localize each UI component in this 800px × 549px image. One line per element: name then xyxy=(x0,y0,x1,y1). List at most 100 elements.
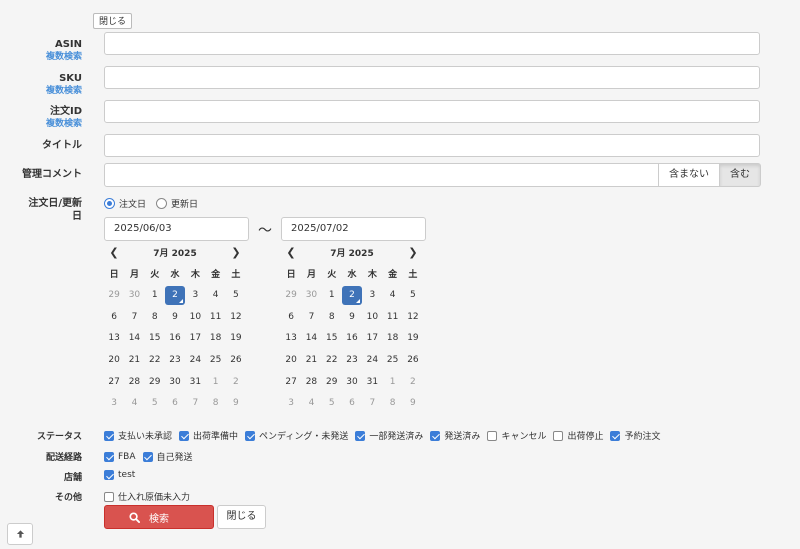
calendar-day[interactable]: 15 xyxy=(322,329,342,348)
calendar-day[interactable]: 22 xyxy=(145,351,165,370)
search-button[interactable]: 検索 xyxy=(104,505,214,529)
calendar-day[interactable]: 3 xyxy=(281,394,301,413)
calendar-day[interactable]: 8 xyxy=(145,308,165,327)
calendar-day[interactable]: 5 xyxy=(322,394,342,413)
calendar-day[interactable]: 8 xyxy=(383,394,403,413)
calendar-day[interactable]: 2 xyxy=(165,286,186,306)
status-option[interactable]: 支払い未承認 xyxy=(104,429,172,442)
calendar-day[interactable]: 2 xyxy=(226,373,246,392)
radio-order-date[interactable]: 注文日 xyxy=(104,197,146,210)
calendar-day[interactable]: 29 xyxy=(145,373,165,392)
checkbox[interactable] xyxy=(610,430,621,441)
radio-order-date-indicator[interactable] xyxy=(104,198,115,209)
calendar-day[interactable]: 29 xyxy=(281,286,301,305)
calendar-day[interactable]: 7 xyxy=(362,394,382,413)
calendar-day[interactable]: 19 xyxy=(403,329,423,348)
route-option[interactable]: 自己発送 xyxy=(142,450,193,463)
scroll-to-top-button[interactable] xyxy=(7,523,33,545)
calendar-day[interactable]: 6 xyxy=(281,308,301,327)
calendar-day[interactable]: 30 xyxy=(165,373,185,392)
calendar-day[interactable]: 9 xyxy=(165,308,185,327)
calendar-day[interactable]: 28 xyxy=(301,373,321,392)
checkbox[interactable] xyxy=(179,430,190,441)
chevron-left-icon[interactable]: ❮ xyxy=(283,246,299,259)
calendar-day[interactable]: 8 xyxy=(322,308,342,327)
shop-option[interactable]: test xyxy=(104,470,135,480)
calendar-day[interactable]: 10 xyxy=(185,308,205,327)
other-option[interactable]: 仕入れ原価未入力 xyxy=(104,490,190,503)
calendar-day[interactable]: 9 xyxy=(342,308,362,327)
calendar-day[interactable]: 4 xyxy=(206,286,226,305)
calendar-day[interactable]: 7 xyxy=(124,308,144,327)
calendar-day[interactable]: 17 xyxy=(185,329,205,348)
calendar-day[interactable]: 29 xyxy=(104,286,124,305)
status-option[interactable]: 予約注文 xyxy=(610,429,660,442)
calendar-day[interactable]: 7 xyxy=(185,394,205,413)
calendar-day[interactable]: 3 xyxy=(362,286,382,305)
asin-input[interactable] xyxy=(104,32,760,55)
checkbox[interactable] xyxy=(553,430,564,441)
calendar-day[interactable]: 3 xyxy=(104,394,124,413)
calendar-day[interactable]: 20 xyxy=(104,351,124,370)
calendar-day[interactable]: 1 xyxy=(145,286,165,305)
calendar-day[interactable]: 8 xyxy=(206,394,226,413)
calendar-day[interactable]: 4 xyxy=(301,394,321,413)
calendar-day[interactable]: 27 xyxy=(104,373,124,392)
calendar-day[interactable]: 6 xyxy=(342,394,362,413)
calendar-day[interactable]: 24 xyxy=(362,351,382,370)
status-option[interactable]: 出荷準備中 xyxy=(179,429,238,442)
asin-multi-search-link[interactable]: 複数検索 xyxy=(46,51,82,64)
calendar-day[interactable]: 26 xyxy=(226,351,246,370)
calendar-day[interactable]: 25 xyxy=(206,351,226,370)
calendar-day[interactable]: 16 xyxy=(342,329,362,348)
status-option[interactable]: 一部発送済み xyxy=(355,429,423,442)
calendar-day[interactable]: 29 xyxy=(322,373,342,392)
exclude-toggle-button[interactable]: 含まない xyxy=(658,163,720,187)
close-panel-button[interactable]: 閉じる xyxy=(93,13,133,29)
include-toggle-button[interactable]: 含む xyxy=(719,163,761,187)
order-id-multi-search-link[interactable]: 複数検索 xyxy=(46,118,82,131)
calendar-day[interactable]: 16 xyxy=(165,329,185,348)
calendar-day[interactable]: 27 xyxy=(281,373,301,392)
calendar-day[interactable]: 26 xyxy=(403,351,423,370)
status-option[interactable]: 出荷停止 xyxy=(553,429,603,442)
calendar-day[interactable]: 30 xyxy=(124,286,144,305)
calendar-day[interactable]: 13 xyxy=(281,329,301,348)
calendar-day[interactable]: 7 xyxy=(301,308,321,327)
comment-input[interactable] xyxy=(104,163,659,187)
calendar-day[interactable]: 31 xyxy=(362,373,382,392)
sku-input[interactable] xyxy=(104,66,760,89)
calendar-day[interactable]: 4 xyxy=(383,286,403,305)
calendar-day[interactable]: 1 xyxy=(383,373,403,392)
calendar-day[interactable]: 5 xyxy=(145,394,165,413)
calendar-day[interactable]: 13 xyxy=(104,329,124,348)
route-option[interactable]: FBA xyxy=(104,451,136,462)
calendar-day[interactable]: 22 xyxy=(322,351,342,370)
calendar-day[interactable]: 5 xyxy=(226,286,246,305)
title-input[interactable] xyxy=(104,134,760,157)
calendar-day[interactable]: 12 xyxy=(403,308,423,327)
calendar-day[interactable]: 2 xyxy=(403,373,423,392)
calendar-day[interactable]: 6 xyxy=(104,308,124,327)
calendar-day[interactable]: 18 xyxy=(206,329,226,348)
calendar-day[interactable]: 28 xyxy=(124,373,144,392)
status-option[interactable]: キャンセル xyxy=(487,429,546,442)
calendar-day[interactable]: 2 xyxy=(342,286,363,306)
calendar-day[interactable]: 5 xyxy=(403,286,423,305)
calendar-day[interactable]: 6 xyxy=(165,394,185,413)
calendar-day[interactable]: 10 xyxy=(362,308,382,327)
calendar-day[interactable]: 20 xyxy=(281,351,301,370)
checkbox[interactable] xyxy=(245,430,256,441)
sku-multi-search-link[interactable]: 複数検索 xyxy=(46,85,82,98)
close-button[interactable]: 閉じる xyxy=(217,505,266,529)
calendar-day[interactable]: 3 xyxy=(185,286,205,305)
checkbox[interactable] xyxy=(355,430,366,441)
calendar-day[interactable]: 1 xyxy=(322,286,342,305)
calendar-day[interactable]: 30 xyxy=(301,286,321,305)
calendar-day[interactable]: 17 xyxy=(362,329,382,348)
calendar-day[interactable]: 21 xyxy=(124,351,144,370)
checkbox[interactable] xyxy=(487,430,498,441)
calendar-day[interactable]: 4 xyxy=(124,394,144,413)
calendar-day[interactable]: 11 xyxy=(383,308,403,327)
calendar-day[interactable]: 1 xyxy=(206,373,226,392)
